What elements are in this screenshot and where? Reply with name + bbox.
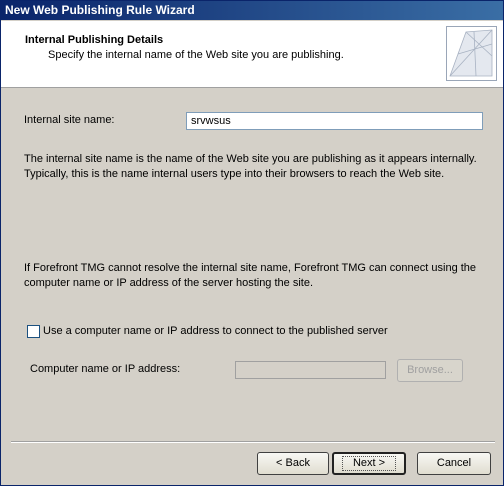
page-title: Internal Publishing Details xyxy=(25,34,164,46)
page-subtitle: Specify the internal name of the Web sit… xyxy=(48,49,344,61)
internal-site-name-input[interactable] xyxy=(186,112,483,130)
computer-name-label: Computer name or IP address: xyxy=(30,363,181,375)
back-button[interactable]: < Back xyxy=(257,452,329,475)
cancel-button[interactable]: Cancel xyxy=(417,452,491,475)
fallback-note-text: If Forefront TMG cannot resolve the inte… xyxy=(24,262,477,289)
use-computer-name-checkbox[interactable] xyxy=(27,325,40,338)
browse-button[interactable]: Browse... xyxy=(397,359,463,382)
computer-name-input[interactable] xyxy=(235,361,386,379)
wizard-header: Internal Publishing Details Specify the … xyxy=(1,21,503,88)
next-button-label: Next > xyxy=(341,456,397,471)
wizard-window: New Web Publishing Rule Wizard Internal … xyxy=(0,0,504,486)
wizard-logo-icon xyxy=(446,26,497,81)
use-computer-name-label: Use a computer name or IP address to con… xyxy=(43,325,388,337)
footer-separator xyxy=(11,441,495,443)
next-button[interactable]: Next > xyxy=(332,452,406,475)
internal-site-name-label: Internal site name: xyxy=(24,114,115,126)
description-text: The internal site name is the name of th… xyxy=(24,153,477,180)
title-bar: New Web Publishing Rule Wizard xyxy=(1,1,503,20)
